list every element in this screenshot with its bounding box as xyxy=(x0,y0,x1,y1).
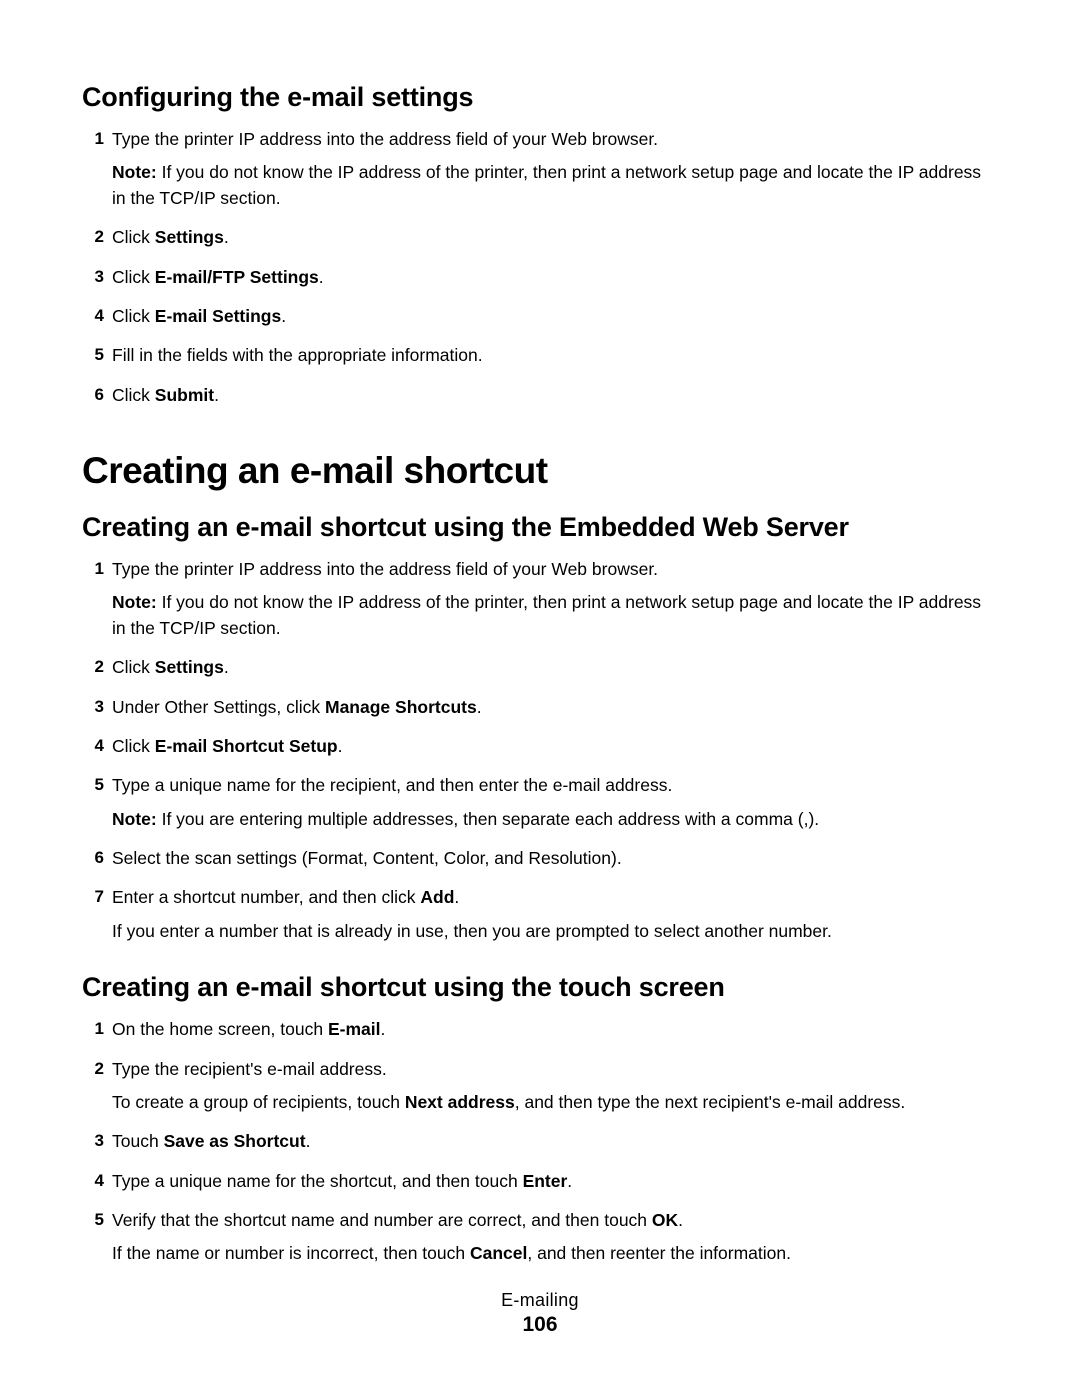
after-post: , and then type the next recipient's e-m… xyxy=(515,1092,906,1112)
note-text: If you do not know the IP address of the… xyxy=(112,592,981,637)
step-post: . xyxy=(281,306,286,326)
note-text: If you do not know the IP address of the… xyxy=(112,162,981,207)
step-pre: Verify that the shortcut name and number… xyxy=(112,1210,652,1230)
step-text: Type a unique name for the recipient, an… xyxy=(112,775,672,795)
step-post: . xyxy=(454,887,459,907)
list-item: Type a unique name for the recipient, an… xyxy=(82,773,998,832)
note-label: Note: xyxy=(112,592,157,612)
after-pre: If the name or number is incorrect, then… xyxy=(112,1243,470,1263)
step-post: . xyxy=(224,227,229,247)
step-strong: Submit xyxy=(155,385,214,405)
after-text: If you enter a number that is already in… xyxy=(112,919,998,944)
step-pre: Touch xyxy=(112,1131,164,1151)
after-strong: Next address xyxy=(405,1092,515,1112)
footer-page-number: 106 xyxy=(0,1313,1080,1337)
after-line: To create a group of recipients, touch N… xyxy=(112,1090,998,1115)
step-text: Type the recipient's e-mail address. xyxy=(112,1059,387,1079)
heading-shortcut-ews: Creating an e-mail shortcut using the Em… xyxy=(82,512,998,543)
step-text: Fill in the fields with the appropriate … xyxy=(112,345,483,365)
step-strong: OK xyxy=(652,1210,678,1230)
list-item: Type the printer IP address into the add… xyxy=(82,557,998,641)
list-item: Click Submit. xyxy=(82,383,998,408)
list-item: Enter a shortcut number, and then click … xyxy=(82,885,998,944)
list-item: Click Settings. xyxy=(82,655,998,680)
list-item: Touch Save as Shortcut. xyxy=(82,1129,998,1154)
note-block: Note: If you do not know the IP address … xyxy=(112,590,998,641)
step-strong: E-mail xyxy=(328,1019,381,1039)
step-strong: Add xyxy=(420,887,454,907)
step-text: Type the printer IP address into the add… xyxy=(112,559,658,579)
step-pre: Click xyxy=(112,227,155,247)
step-strong: Settings xyxy=(155,227,224,247)
step-strong: Settings xyxy=(155,657,224,677)
footer-category: E-mailing xyxy=(0,1290,1080,1311)
step-pre: On the home screen, touch xyxy=(112,1019,328,1039)
step-post: . xyxy=(224,657,229,677)
step-post: . xyxy=(381,1019,386,1039)
step-text: Select the scan settings (Format, Conten… xyxy=(112,848,622,868)
step-pre: Click xyxy=(112,267,155,287)
step-strong: Save as Shortcut xyxy=(164,1131,306,1151)
list-item: Click E-mail/FTP Settings. xyxy=(82,265,998,290)
after-strong: Cancel xyxy=(470,1243,527,1263)
after-line: If the name or number is incorrect, then… xyxy=(112,1241,998,1266)
step-pre: Enter a shortcut number, and then click xyxy=(112,887,420,907)
step-pre: Type a unique name for the shortcut, and… xyxy=(112,1171,523,1191)
list-item: Type a unique name for the shortcut, and… xyxy=(82,1169,998,1194)
heading-creating-email-shortcut: Creating an e-mail shortcut xyxy=(82,450,998,492)
step-post: . xyxy=(319,267,324,287)
step-post: . xyxy=(678,1210,683,1230)
list-item: Click E-mail Shortcut Setup. xyxy=(82,734,998,759)
step-text: Type the printer IP address into the add… xyxy=(112,129,658,149)
step-pre: Click xyxy=(112,736,155,756)
step-strong: E-mail/FTP Settings xyxy=(155,267,319,287)
note-label: Note: xyxy=(112,162,157,182)
step-strong: E-mail Shortcut Setup xyxy=(155,736,338,756)
list-item: Click E-mail Settings. xyxy=(82,304,998,329)
step-strong: E-mail Settings xyxy=(155,306,281,326)
step-post: . xyxy=(567,1171,572,1191)
step-strong: Manage Shortcuts xyxy=(325,697,477,717)
step-pre: Under Other Settings, click xyxy=(112,697,325,717)
heading-shortcut-touch: Creating an e-mail shortcut using the to… xyxy=(82,972,998,1003)
step-post: . xyxy=(214,385,219,405)
step-post: . xyxy=(477,697,482,717)
document-page: Configuring the e-mail settings Type the… xyxy=(0,0,1080,1397)
page-footer: E-mailing 106 xyxy=(0,1290,1080,1337)
after-post: , and then reenter the information. xyxy=(527,1243,791,1263)
step-pre: Click xyxy=(112,306,155,326)
steps-configure: Type the printer IP address into the add… xyxy=(82,127,998,408)
list-item: Verify that the shortcut name and number… xyxy=(82,1208,998,1267)
step-post: . xyxy=(338,736,343,756)
list-item: Type the printer IP address into the add… xyxy=(82,127,998,211)
list-item: Type the recipient's e-mail address. To … xyxy=(82,1057,998,1116)
list-item: Under Other Settings, click Manage Short… xyxy=(82,695,998,720)
step-strong: Enter xyxy=(523,1171,568,1191)
after-pre: To create a group of recipients, touch xyxy=(112,1092,405,1112)
step-pre: Click xyxy=(112,385,155,405)
steps-touch: On the home screen, touch E-mail. Type t… xyxy=(82,1017,998,1267)
note-label: Note: xyxy=(112,809,157,829)
note-block: Note: If you do not know the IP address … xyxy=(112,160,998,211)
note-block: Note: If you are entering multiple addre… xyxy=(112,807,998,832)
list-item: On the home screen, touch E-mail. xyxy=(82,1017,998,1042)
heading-configure-email-settings: Configuring the e-mail settings xyxy=(82,82,998,113)
steps-ews: Type the printer IP address into the add… xyxy=(82,557,998,944)
list-item: Fill in the fields with the appropriate … xyxy=(82,343,998,368)
step-pre: Click xyxy=(112,657,155,677)
note-text: If you are entering multiple addresses, … xyxy=(157,809,819,829)
list-item: Select the scan settings (Format, Conten… xyxy=(82,846,998,871)
list-item: Click Settings. xyxy=(82,225,998,250)
step-post: . xyxy=(306,1131,311,1151)
